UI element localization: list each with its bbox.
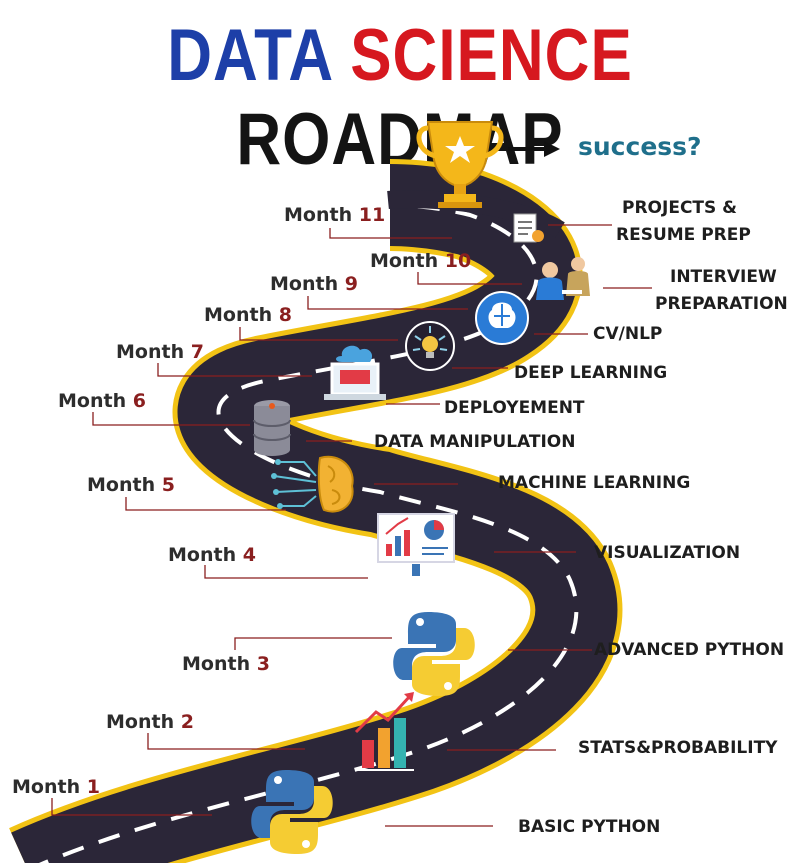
lightbulb-icon	[405, 321, 455, 371]
month-number: 11	[358, 204, 386, 226]
leader-month-4	[204, 565, 368, 579]
month-number: 2	[180, 711, 194, 733]
topic-projects-line1: PROJECTS &	[622, 198, 737, 218]
month-number: 6	[132, 390, 146, 412]
month-number: 5	[161, 474, 175, 496]
month-number: 3	[256, 653, 270, 675]
month-number: 9	[344, 273, 358, 295]
topic-interview-line1: INTERVIEW	[670, 267, 777, 287]
topic-interview-line2: PREPARATION	[655, 294, 788, 314]
database-icon	[253, 400, 291, 456]
topic-machine-learning: MACHINE LEARNING	[498, 473, 691, 493]
topic-basic-python: BASIC PYTHON	[518, 817, 661, 837]
arrow-right-icon	[508, 141, 560, 157]
brain-head-icon	[475, 291, 529, 345]
topic-deep-learning: DEEP LEARNING	[514, 363, 668, 383]
month-word: Month	[87, 474, 156, 496]
month-label-9: Month 9	[270, 273, 358, 295]
month-label-7: Month 7	[116, 341, 204, 363]
month-word: Month	[12, 776, 81, 798]
month-number: 7	[190, 341, 204, 363]
month-label-4: Month 4	[168, 544, 256, 566]
month-number: 1	[86, 776, 100, 798]
topic-projects-line2: RESUME PREP	[616, 225, 751, 245]
month-word: Month	[116, 341, 185, 363]
month-label-3: Month 3	[182, 653, 270, 675]
topic-deployement: DEPLOYEMENT	[444, 398, 585, 418]
month-number: 8	[278, 304, 292, 326]
month-label-2: Month 2	[106, 711, 194, 733]
month-label-5: Month 5	[87, 474, 175, 496]
month-label-11: Month 11	[284, 204, 385, 226]
month-number: 4	[242, 544, 256, 566]
month-number: 10	[444, 250, 472, 272]
dashboard-icon	[377, 513, 455, 576]
month-label-10: Month 10	[370, 250, 471, 272]
month-label-6: Month 6	[58, 390, 146, 412]
success-label: success?	[578, 132, 702, 161]
month-word: Month	[284, 204, 353, 226]
topic-data-manipulation: DATA MANIPULATION	[374, 432, 576, 452]
month-word: Month	[168, 544, 237, 566]
month-word: Month	[106, 711, 175, 733]
month-label-8: Month 8	[204, 304, 292, 326]
topic-advanced-python: ADVANCED PYTHON	[594, 640, 785, 660]
topic-visualization: VISUALIZATION	[594, 543, 741, 563]
month-word: Month	[270, 273, 339, 295]
month-word: Month	[204, 304, 273, 326]
topic-stats-probability: STATS&PROBABILITY	[578, 738, 778, 758]
month-word: Month	[58, 390, 127, 412]
month-label-1: Month 1	[12, 776, 100, 798]
month-word: Month	[370, 250, 439, 272]
month-word: Month	[182, 653, 251, 675]
topic-cv-nlp: CV/NLP	[593, 324, 663, 344]
leader-month-3	[234, 637, 392, 650]
roadmap-canvas: DATA SCIENCEROADMAP success? Month 1 Mon…	[0, 0, 800, 863]
